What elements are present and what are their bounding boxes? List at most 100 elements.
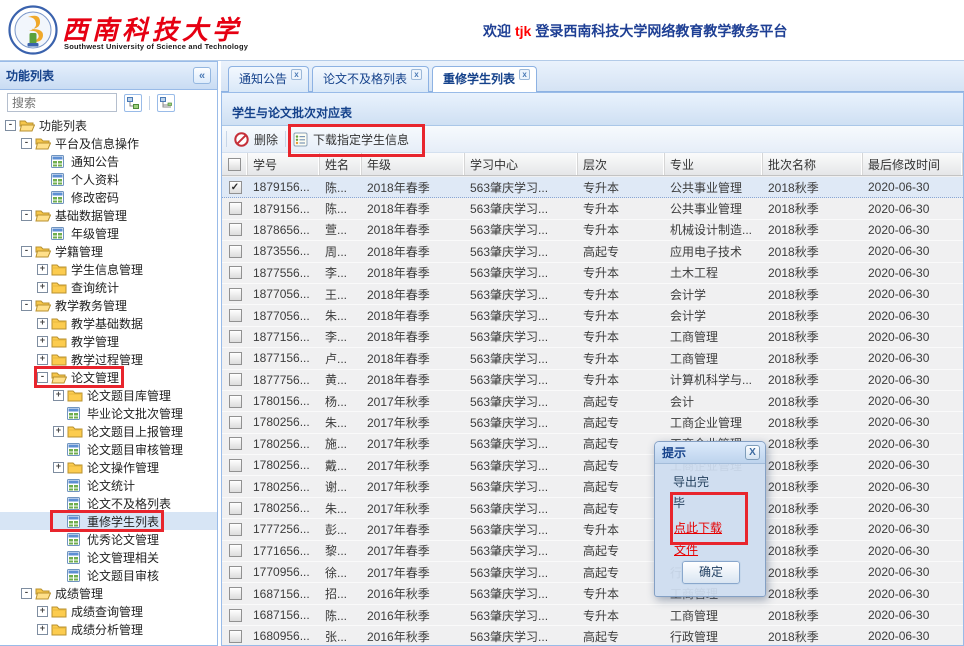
- row-checkbox[interactable]: [229, 330, 242, 343]
- tree-node[interactable]: 论文管理相关: [0, 548, 217, 566]
- tree-node[interactable]: -功能列表: [0, 116, 217, 134]
- table-row[interactable]: ✓1879156...陈...2018年春季563肇庆学习...专升本公共事业管…: [222, 177, 963, 198]
- column-header[interactable]: 学习中心: [465, 153, 578, 175]
- column-header[interactable]: 姓名: [320, 153, 362, 175]
- collapse-all-button[interactable]: [157, 94, 175, 112]
- tree-node[interactable]: +成绩查询管理: [0, 602, 217, 620]
- minus-expand-icon[interactable]: -: [37, 372, 48, 383]
- tree-node[interactable]: 通知公告: [0, 152, 217, 170]
- tree-node[interactable]: +论文题目上报管理: [0, 422, 217, 440]
- column-header[interactable]: 专业: [665, 153, 763, 175]
- row-checkbox[interactable]: [229, 437, 242, 450]
- plus-expand-icon[interactable]: +: [53, 462, 64, 473]
- table-row[interactable]: 1770956...徐...2017年春季563肇庆学习...高起专行政管理20…: [222, 562, 963, 583]
- tree-node[interactable]: -成绩管理: [0, 584, 217, 602]
- tree-node[interactable]: 论文不及格列表: [0, 494, 217, 512]
- minus-expand-icon[interactable]: -: [21, 588, 32, 599]
- tree-node[interactable]: -教学教务管理: [0, 296, 217, 314]
- row-checkbox[interactable]: [229, 202, 242, 215]
- column-header[interactable]: 批次名称: [763, 153, 863, 175]
- row-checkbox[interactable]: [229, 266, 242, 279]
- row-checkbox[interactable]: [229, 309, 242, 322]
- table-row[interactable]: 1877156...卢...2018年春季563肇庆学习...专升本工商管理20…: [222, 348, 963, 369]
- minus-expand-icon[interactable]: -: [21, 210, 32, 221]
- row-checkbox[interactable]: ✓: [229, 181, 242, 194]
- dialog-close-icon[interactable]: X: [745, 445, 760, 460]
- minus-expand-icon[interactable]: -: [5, 120, 16, 131]
- tree-node[interactable]: 年级管理: [0, 224, 217, 242]
- row-checkbox[interactable]: [229, 416, 242, 429]
- tree-node[interactable]: -学籍管理: [0, 242, 217, 260]
- search-input[interactable]: [7, 93, 117, 112]
- plus-expand-icon[interactable]: +: [37, 624, 48, 635]
- row-checkbox[interactable]: [229, 502, 242, 515]
- column-header[interactable]: 最后修改时间: [863, 153, 963, 175]
- plus-expand-icon[interactable]: +: [53, 426, 64, 437]
- column-header[interactable]: 层次: [578, 153, 665, 175]
- row-checkbox[interactable]: [229, 544, 242, 557]
- table-row[interactable]: 1780256...戴...2017年秋季563肇庆学习...高起专工商企业管理…: [222, 455, 963, 476]
- tree-node[interactable]: -基础数据管理: [0, 206, 217, 224]
- tree-node[interactable]: 论文题目审核管理: [0, 440, 217, 458]
- table-row[interactable]: 1877156...李...2018年春季563肇庆学习...专升本工商管理20…: [222, 327, 963, 348]
- row-checkbox[interactable]: [229, 245, 242, 258]
- column-header[interactable]: 年级: [362, 153, 465, 175]
- row-checkbox[interactable]: [229, 480, 242, 493]
- tree-node[interactable]: 重修学生列表: [0, 512, 217, 530]
- table-row[interactable]: 1687156...陈...2016年秋季563肇庆学习...专升本工商管理20…: [222, 605, 963, 626]
- row-checkbox[interactable]: [229, 459, 242, 472]
- minus-expand-icon[interactable]: -: [21, 300, 32, 311]
- plus-expand-icon[interactable]: +: [37, 264, 48, 275]
- plus-expand-icon[interactable]: +: [37, 354, 48, 365]
- table-row[interactable]: 1879156...陈...2018年春季563肇庆学习...专升本公共事业管理…: [222, 198, 963, 219]
- row-checkbox[interactable]: [229, 630, 242, 643]
- tab-close-icon[interactable]: x: [411, 69, 422, 80]
- row-checkbox[interactable]: [229, 566, 242, 579]
- table-row[interactable]: 1877556...李...2018年春季563肇庆学习...专升本土木工程20…: [222, 263, 963, 284]
- table-row[interactable]: 1771656...黎...2017年春季563肇庆学习...高起专2018秋季…: [222, 541, 963, 562]
- tree-node[interactable]: -论文管理: [0, 368, 217, 386]
- tab-close-icon[interactable]: x: [519, 69, 530, 80]
- plus-expand-icon[interactable]: +: [37, 336, 48, 347]
- plus-expand-icon[interactable]: +: [53, 390, 64, 401]
- tree-node[interactable]: +论文题目库管理: [0, 386, 217, 404]
- table-row[interactable]: 1777256...彭...2017年春季563肇庆学习...专升本2018秋季…: [222, 519, 963, 540]
- tab[interactable]: 通知公告x: [228, 66, 309, 92]
- tree-node[interactable]: 修改密码: [0, 188, 217, 206]
- plus-expand-icon[interactable]: +: [37, 606, 48, 617]
- plus-expand-icon[interactable]: +: [37, 318, 48, 329]
- tab-close-icon[interactable]: x: [291, 69, 302, 80]
- ok-button[interactable]: 确定: [682, 561, 740, 584]
- table-row[interactable]: 1877756...黄...2018年春季563肇庆学习...专升本计算机科学与…: [222, 370, 963, 391]
- tree-node[interactable]: +教学管理: [0, 332, 217, 350]
- table-row[interactable]: 1877056...朱...2018年春季563肇庆学习...专升本会计学201…: [222, 305, 963, 326]
- tree-node[interactable]: 个人资料: [0, 170, 217, 188]
- table-row[interactable]: 1873556...周...2018年春季563肇庆学习...高起专应用电子技术…: [222, 241, 963, 262]
- expand-all-button[interactable]: [124, 94, 142, 112]
- row-checkbox[interactable]: [229, 352, 242, 365]
- table-row[interactable]: 1877056...王...2018年春季563肇庆学习...专升本会计学201…: [222, 284, 963, 305]
- tree-node[interactable]: 论文题目审核: [0, 566, 217, 584]
- minus-expand-icon[interactable]: -: [21, 138, 32, 149]
- tree-node[interactable]: 论文统计: [0, 476, 217, 494]
- plus-expand-icon[interactable]: +: [37, 282, 48, 293]
- tree-node[interactable]: +查询统计: [0, 278, 217, 296]
- tree-node[interactable]: -平台及信息操作: [0, 134, 217, 152]
- table-row[interactable]: 1687156...招...2016年秋季563肇庆学习...专升本工商管理20…: [222, 583, 963, 604]
- sidebar-collapse-button[interactable]: «: [193, 67, 211, 84]
- table-row[interactable]: 1780256...朱...2017年秋季563肇庆学习...高起专2018秋季…: [222, 498, 963, 519]
- row-checkbox[interactable]: [229, 288, 242, 301]
- tree-node[interactable]: +学生信息管理: [0, 260, 217, 278]
- column-header[interactable]: 学号: [248, 153, 320, 175]
- tree-node[interactable]: +教学基础数据: [0, 314, 217, 332]
- row-checkbox[interactable]: [229, 609, 242, 622]
- tree-node[interactable]: +论文操作管理: [0, 458, 217, 476]
- download-file-link[interactable]: 点此下载文件: [674, 517, 726, 561]
- row-checkbox[interactable]: [229, 223, 242, 236]
- tree-node[interactable]: 毕业论文批次管理: [0, 404, 217, 422]
- table-row[interactable]: 1878656...萱...2018年春季563肇庆学习...专升本机械设计制造…: [222, 220, 963, 241]
- table-row[interactable]: 1780256...施...2017年秋季563肇庆学习...高起专工商企业管理…: [222, 434, 963, 455]
- row-checkbox[interactable]: [229, 587, 242, 600]
- row-checkbox[interactable]: [229, 373, 242, 386]
- delete-button[interactable]: 删除: [227, 128, 285, 150]
